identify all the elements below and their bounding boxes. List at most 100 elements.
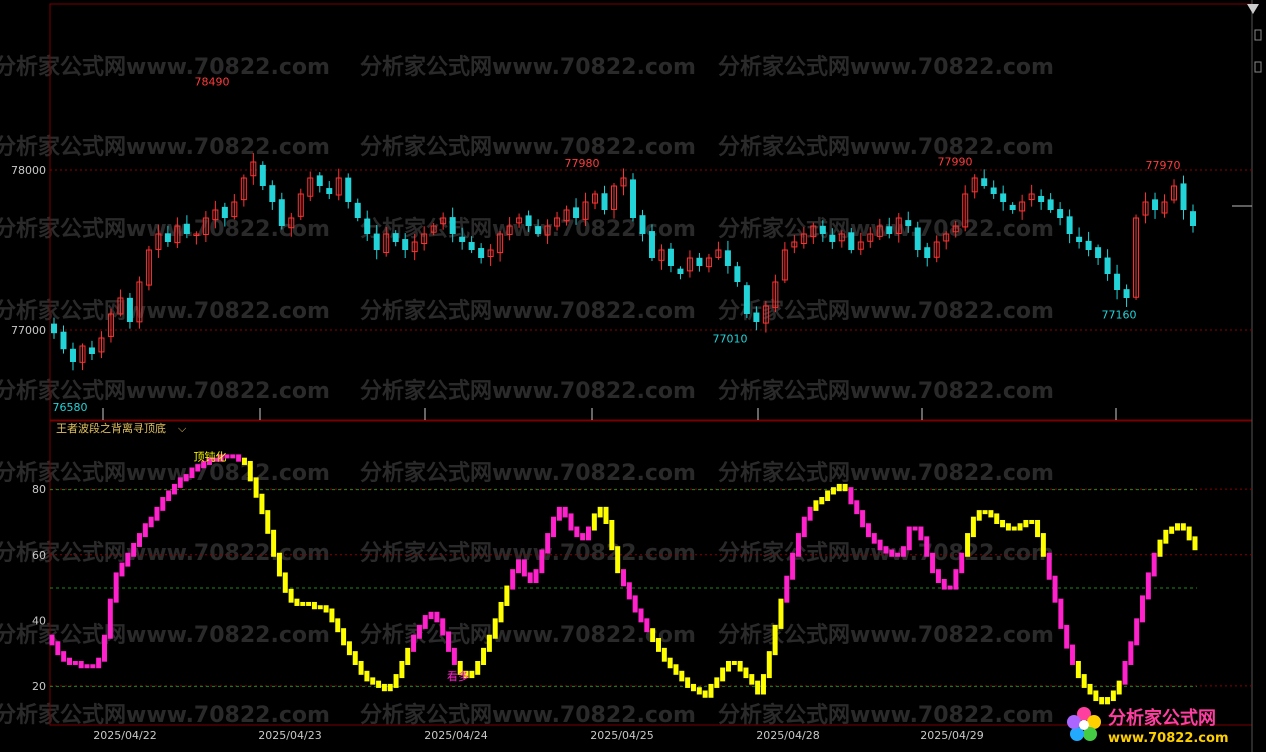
oscillator-bar (376, 680, 382, 688)
oscillator-bar (673, 664, 679, 675)
watermark-text: 分析家公式网www.70822.com (360, 298, 696, 324)
oscillator-bar (253, 477, 259, 498)
watermark-text: 分析家公式网www.70822.com (360, 134, 696, 160)
candle-body-down (1066, 216, 1073, 234)
oscillator-series (49, 454, 1198, 705)
candle-body-down (753, 312, 760, 322)
oscillator-bar (1046, 552, 1052, 580)
watermark-text: 分析家公式网www.70822.com (718, 622, 1054, 648)
watermark-layer: 分析家公式网www.70822.com 分析家公式网www.70822.com 分析… (0, 54, 1054, 728)
price-extreme-label: 77980 (565, 157, 600, 170)
oscillator-bar (352, 651, 358, 665)
indicator-title[interactable]: 王者波段之背离寻顶底 (56, 421, 166, 435)
candle-body-down (535, 226, 542, 234)
oscillator-bar (510, 569, 516, 590)
oscillator-bar (521, 559, 527, 577)
oscillator-bar (737, 660, 743, 672)
oscillator-bar (965, 533, 971, 557)
oscillator-bar (481, 647, 487, 665)
candle-body-down (525, 215, 532, 226)
oscillator-bar (632, 595, 638, 613)
oscillator-bar (154, 506, 160, 521)
candle-body-down (364, 218, 371, 234)
oscillator-bar (516, 559, 522, 574)
chart-canvas: 分析家公式网www.70822.com 分析家公式网www.70822.com 分析… (0, 0, 1262, 752)
oscillator-bar (626, 582, 632, 600)
oscillator-bar (492, 618, 498, 639)
oscillator-bar (49, 634, 55, 646)
candle-body-down (1076, 236, 1083, 242)
date-tick-label: 2025/04/28 (756, 729, 819, 742)
oscillator-bar (696, 687, 702, 695)
oscillator-bar (265, 510, 271, 534)
candle-body-down (345, 177, 352, 202)
oscillator-bar (749, 674, 755, 685)
oscillator-bar (411, 634, 417, 652)
candle-body-down (905, 220, 912, 226)
oscillator-bar (900, 546, 906, 557)
candle-body-down (51, 323, 57, 334)
oscillator-bar (142, 523, 148, 538)
date-tick-label: 2025/04/24 (424, 729, 487, 742)
osc-tick-label: 20 (32, 680, 46, 693)
oscillator-bar (300, 601, 306, 606)
date-tick-label: 2025/04/29 (920, 729, 983, 742)
oscillator-bar (1011, 526, 1017, 531)
candle-body-down (183, 223, 190, 234)
oscillator-bar (72, 660, 78, 665)
oscillator-bar (381, 683, 387, 692)
candle-body-down (1180, 183, 1187, 210)
oscillator-bar (912, 526, 918, 531)
watermark-text: 分析家公式网www.70822.com (718, 460, 1054, 486)
oscillator-bar (772, 624, 778, 656)
candle-body-down (1047, 199, 1054, 210)
oscillator-bar (335, 618, 341, 633)
candle-body-down (743, 285, 750, 314)
oscillator-bar (101, 634, 107, 662)
oscillator-bar (871, 533, 877, 544)
oscillator-bar (743, 667, 749, 679)
right-toolbar[interactable] (1232, 4, 1262, 207)
watermark-text: 分析家公式网www.70822.com (0, 134, 330, 160)
oscillator-bar (271, 529, 277, 557)
oscillator-bar (311, 601, 317, 610)
price-tick-label: 78000 (11, 164, 46, 177)
oscillator-bar (1157, 539, 1163, 557)
oscillator-bar (341, 628, 347, 646)
oscillator-bar (545, 533, 551, 554)
panel-control-icon (1254, 61, 1262, 73)
oscillator-bar (1116, 680, 1122, 695)
oscillator-bar (346, 641, 352, 656)
watermark-text: 分析家公式网www.70822.com (0, 54, 330, 80)
oscillator-bar (486, 634, 492, 652)
oscillator-bar (136, 533, 142, 547)
oscillator-bar (1169, 526, 1175, 534)
oscillator-bar (428, 611, 434, 620)
oscillator-bar (177, 477, 183, 488)
oscillator-bar (1163, 529, 1169, 544)
candle-body-down (126, 297, 133, 322)
candle-body-down (990, 187, 997, 194)
indicator-dropdown-icon[interactable]: ⌵ (178, 422, 187, 435)
oscillator-bar (1058, 598, 1064, 629)
candle-body-down (629, 179, 636, 218)
oscillator-bar (358, 660, 364, 675)
flower-logo-icon (1067, 707, 1101, 741)
oscillator-bar (306, 601, 312, 606)
price-extreme-label: 76580 (53, 401, 88, 414)
oscillator-bar (848, 487, 854, 505)
oscillator-bar (131, 542, 137, 557)
price-tick-label: 77000 (11, 324, 46, 337)
oscillator-bar (160, 497, 166, 511)
chart-stage: 分析家公式网www.70822.com 分析家公式网www.70822.com 分析… (0, 0, 1266, 752)
oscillator-bar (842, 483, 848, 492)
candle-body-down (1095, 247, 1102, 258)
candle-body-down (601, 193, 608, 210)
oscillator-bar (1134, 618, 1140, 646)
candlestick-series (51, 153, 1196, 371)
oscillator-bar (440, 618, 446, 636)
oscillator-bar (865, 523, 871, 538)
oscillator-bar (976, 510, 982, 521)
oscillator-bar (1122, 660, 1128, 685)
oscillator-bar (533, 569, 539, 583)
